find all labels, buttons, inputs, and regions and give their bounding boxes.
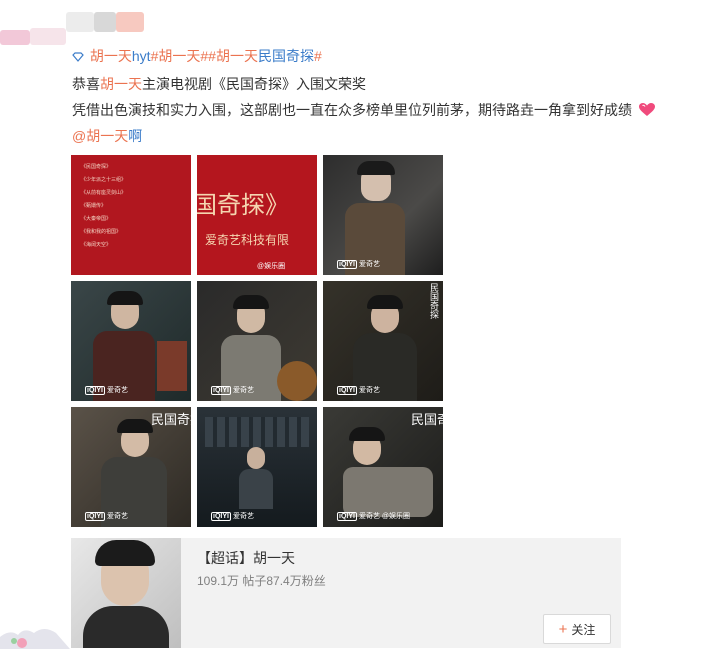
image-thumb-still-8[interactable]: iQIYI 爱奇艺 [197, 407, 317, 527]
image-thumb-still-9[interactable]: 民国奇探 iQIYI爱奇艺 @娱乐圈 [323, 407, 443, 527]
mention-link[interactable]: 胡一天 [100, 76, 142, 92]
mention-link[interactable]: @胡一天 [72, 128, 128, 144]
image-thumb-banner[interactable]: 国奇探》 爱奇艺科技有限 @娱乐圈 [197, 155, 317, 275]
topic-tag[interactable]: #胡一天# [151, 48, 209, 64]
diamond-icon [72, 52, 84, 62]
follow-label: 关注 [571, 622, 596, 637]
super-topic-card[interactable]: 【超话】胡一天 109.1万 帖子87.4万粉丝 + 关注 [71, 538, 621, 648]
blurred-username[interactable] [0, 0, 150, 45]
topic-tag-end[interactable]: # [314, 48, 322, 64]
mention-suffix[interactable]: hyt [132, 48, 151, 64]
image-grid: 《民国奇探》 《少年派之十三组》 《从前有座灵剑山》 《甄嬛传》 《大秦帝国》 … [71, 155, 443, 527]
image-thumb-award-list[interactable]: 《民国奇探》 《少年派之十三组》 《从前有座灵剑山》 《甄嬛传》 《大秦帝国》 … [71, 155, 191, 275]
mention-suffix[interactable]: 啊 [128, 128, 142, 144]
image-thumb-still-5[interactable]: iQIYI 爱奇艺 [197, 281, 317, 401]
topic-cover-image[interactable] [71, 538, 181, 648]
topic-tag-line: 胡一天hyt#胡一天##胡一天民国奇探# [72, 46, 322, 66]
topic-stats: 109.1万 帖子87.4万粉丝 [197, 574, 326, 588]
follow-button[interactable]: + 关注 [543, 614, 611, 644]
image-thumb-still-7[interactable]: 民国奇探 iQIYI爱奇艺 [71, 407, 191, 527]
image-thumb-still-6[interactable]: 民国奇探 iQIYI 爱奇艺 [323, 281, 443, 401]
topic-title[interactable]: 【超话】胡一天 [197, 548, 295, 568]
post-line-4: @胡一天啊 [72, 126, 142, 146]
mention-link[interactable]: 胡一天 [90, 48, 132, 64]
topic-tag[interactable]: 民国奇探 [258, 48, 314, 64]
decorative-flower-icon [0, 629, 70, 649]
post-line-3: 凭借出色演技和实力入围，这部剧也一直在众多榜单里位列前茅，期待路垚一角拿到好成绩 [72, 100, 655, 120]
plus-icon: + [558, 620, 568, 638]
image-thumb-still-3[interactable]: iQIYI 爱奇艺 [323, 155, 443, 275]
heart-icon [638, 103, 655, 116]
topic-tag[interactable]: #胡一天 [208, 48, 258, 64]
doc-list: 《民国奇探》 《少年派之十三组》 《从前有座灵剑山》 《甄嬛传》 《大秦帝国》 … [81, 164, 127, 248]
image-thumb-still-4[interactable]: iQIYI 爱奇艺 [71, 281, 191, 401]
post-line-2: 恭喜胡一天主演电视剧《民国奇探》入围文荣奖 [72, 76, 366, 92]
